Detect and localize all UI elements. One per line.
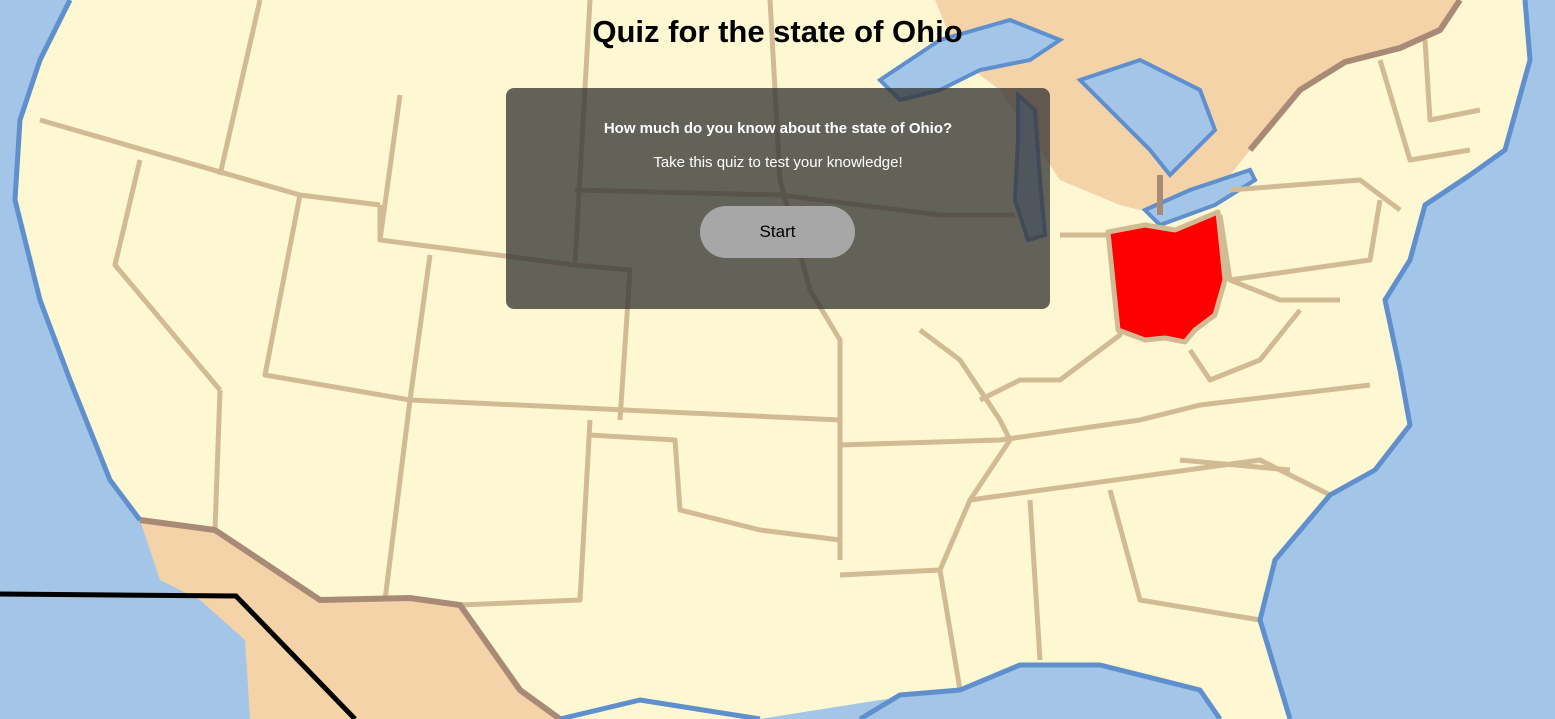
quiz-intro-panel: How much do you know about the state of …: [506, 88, 1050, 309]
quiz-subtitle: Take this quiz to test your knowledge!: [653, 154, 903, 171]
ohio-state-highlight: [1105, 209, 1228, 345]
page-title: Quiz for the state of Ohio: [592, 14, 963, 49]
start-button[interactable]: Start: [700, 206, 855, 258]
quiz-question: How much do you know about the state of …: [603, 120, 953, 137]
